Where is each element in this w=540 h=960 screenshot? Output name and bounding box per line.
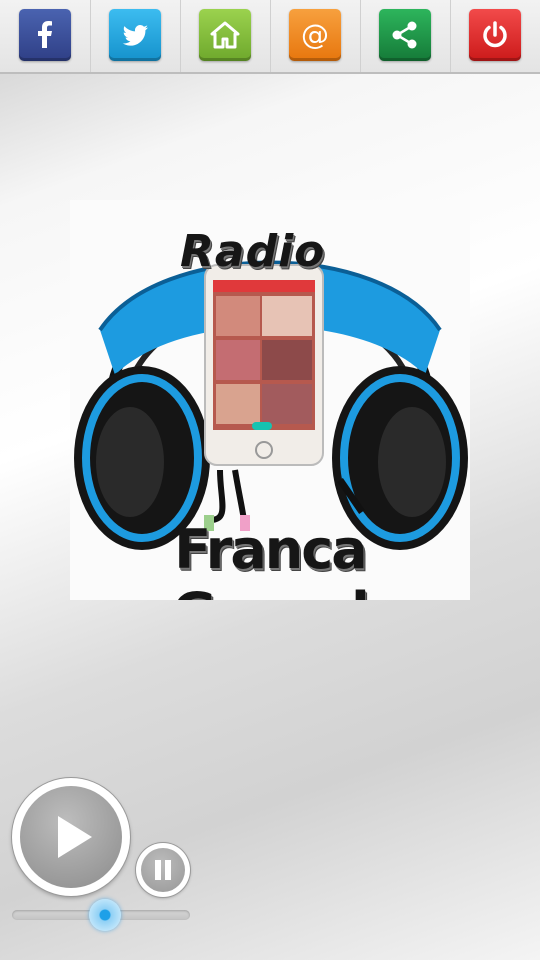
facebook-cell (0, 0, 91, 72)
pause-button[interactable] (136, 843, 190, 897)
home-button[interactable] (199, 9, 251, 61)
volume-slider[interactable] (12, 899, 190, 931)
email-cell: @ (270, 0, 361, 72)
share-cell (360, 0, 451, 72)
share-icon (392, 21, 417, 49)
facebook-button[interactable] (19, 9, 71, 61)
play-button[interactable] (12, 778, 130, 896)
email-button[interactable]: @ (289, 9, 341, 61)
twitter-button[interactable] (109, 9, 161, 61)
power-icon (483, 21, 507, 48)
home-icon (210, 21, 240, 49)
twitter-cell (90, 0, 181, 72)
svg-text:@: @ (301, 18, 329, 51)
home-cell (180, 0, 271, 72)
twitter-bird-icon (122, 25, 148, 46)
facebook-icon (38, 21, 52, 48)
pause-icon (155, 860, 171, 880)
logo-text-station-name: Franca Gospel (172, 518, 369, 600)
volume-slider-thumb[interactable] (88, 899, 121, 931)
at-sign-icon: @ (301, 18, 329, 51)
pause-button-face (141, 848, 185, 892)
power-button[interactable] (469, 9, 521, 61)
station-logo: Radio Franca Gospel (70, 200, 470, 600)
share-button[interactable] (379, 9, 431, 61)
power-cell (450, 0, 540, 72)
play-icon (58, 816, 92, 858)
top-toolbar: @ (0, 0, 540, 74)
play-button-face (20, 786, 122, 888)
logo-text-radio: Radio (180, 226, 326, 277)
